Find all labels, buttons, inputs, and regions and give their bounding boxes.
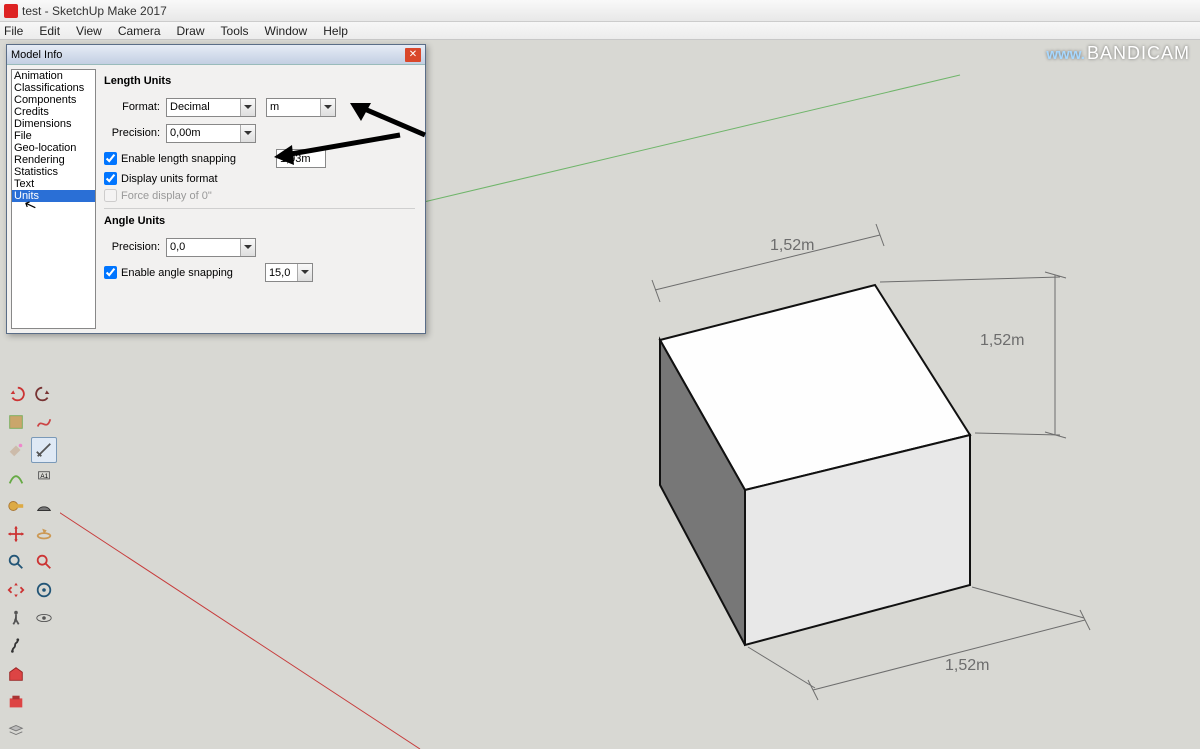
app-icon	[4, 4, 18, 18]
undo-icon[interactable]	[3, 381, 29, 407]
dimension-depth: 1,52m	[945, 657, 989, 674]
units-panel: Length Units Format: Decimal m Precision…	[100, 65, 425, 333]
walk-icon[interactable]	[3, 605, 29, 631]
unit-dropdown[interactable]: m	[266, 98, 336, 117]
chevron-down-icon	[240, 125, 255, 142]
svg-text:A1: A1	[40, 473, 48, 480]
angle-snap-value-dropdown[interactable]: 15,0	[265, 263, 313, 282]
cat-file[interactable]: File	[12, 130, 95, 142]
chevron-down-icon	[297, 264, 312, 281]
close-icon[interactable]: ✕	[405, 48, 421, 62]
protractor-icon[interactable]	[31, 493, 57, 519]
cat-classifications[interactable]: Classifications	[12, 82, 95, 94]
display-units-format-label: Display units format	[121, 173, 218, 185]
freehand-icon[interactable]	[31, 409, 57, 435]
cat-statistics[interactable]: Statistics	[12, 166, 95, 178]
menu-tools[interactable]: Tools	[221, 24, 249, 38]
force-zero-label: Force display of 0"	[121, 190, 212, 202]
zoom-icon[interactable]	[3, 549, 29, 575]
cat-dimensions[interactable]: Dimensions	[12, 118, 95, 130]
angle-units-header: Angle Units	[104, 215, 415, 227]
chevron-down-icon	[240, 239, 255, 256]
cat-geo[interactable]: Geo-location	[12, 142, 95, 154]
lookaround-icon[interactable]	[31, 605, 57, 631]
3dwarehouse-icon[interactable]	[3, 661, 29, 687]
enable-length-snapping-checkbox[interactable]	[104, 152, 117, 165]
menu-edit[interactable]: Edit	[39, 24, 60, 38]
precision-dropdown[interactable]: 0,00m	[166, 124, 256, 143]
text-icon[interactable]: A1	[31, 465, 57, 491]
zoom-extents-icon[interactable]	[31, 549, 57, 575]
angle-precision-label: Precision:	[104, 241, 160, 253]
rotate-icon[interactable]	[31, 521, 57, 547]
menu-camera[interactable]: Camera	[118, 24, 161, 38]
menu-help[interactable]: Help	[323, 24, 348, 38]
model-info-dialog[interactable]: Model Info ✕ Animation Classifications C…	[6, 44, 426, 334]
display-units-format-checkbox[interactable]	[104, 172, 117, 185]
menu-file[interactable]: File	[4, 24, 23, 38]
menu-view[interactable]: View	[76, 24, 102, 38]
pan-icon[interactable]	[31, 577, 57, 603]
menu-window[interactable]: Window	[265, 24, 308, 38]
enable-length-snapping-label: Enable length snapping	[121, 153, 236, 165]
enable-angle-snapping-label: Enable angle snapping	[121, 267, 233, 279]
dimension-width: 1,52m	[770, 237, 814, 254]
menu-bar: File Edit View Camera Draw Tools Window …	[0, 22, 1200, 40]
cat-components[interactable]: Components	[12, 94, 95, 106]
enable-angle-snapping-checkbox[interactable]	[104, 266, 117, 279]
section-icon[interactable]	[3, 633, 29, 659]
paint-icon[interactable]	[3, 437, 29, 463]
arc-icon[interactable]	[3, 465, 29, 491]
menu-draw[interactable]: Draw	[177, 24, 205, 38]
cat-credits[interactable]: Credits	[12, 106, 95, 118]
redo-icon[interactable]	[31, 381, 57, 407]
tape-icon[interactable]	[3, 493, 29, 519]
window-title: test - SketchUp Make 2017	[22, 4, 167, 18]
tool-palette: A1	[2, 380, 58, 744]
length-snap-value-field[interactable]: 1,93m	[276, 149, 326, 168]
length-units-header: Length Units	[104, 75, 415, 87]
layers-icon[interactable]	[3, 717, 29, 743]
extwarehouse-icon[interactable]	[3, 689, 29, 715]
dialog-title: Model Info	[11, 49, 62, 61]
select-icon[interactable]	[3, 409, 29, 435]
format-label: Format:	[104, 101, 160, 113]
orbit-icon[interactable]	[3, 577, 29, 603]
cat-text[interactable]: Text	[12, 178, 95, 190]
window-titlebar: test - SketchUp Make 2017	[0, 0, 1200, 22]
angle-precision-dropdown[interactable]: 0,0	[166, 238, 256, 257]
force-zero-checkbox	[104, 189, 117, 202]
format-dropdown[interactable]: Decimal	[166, 98, 256, 117]
dimension-height: 1,52m	[980, 332, 1024, 349]
move-icon[interactable]	[3, 521, 29, 547]
chevron-down-icon	[240, 99, 255, 116]
dialog-titlebar[interactable]: Model Info ✕	[7, 45, 425, 65]
cat-rendering[interactable]: Rendering	[12, 154, 95, 166]
eraser-icon[interactable]	[31, 437, 57, 463]
cat-animation[interactable]: Animation	[12, 70, 95, 82]
separator	[104, 208, 415, 209]
precision-label: Precision:	[104, 127, 160, 139]
chevron-down-icon	[320, 99, 335, 116]
